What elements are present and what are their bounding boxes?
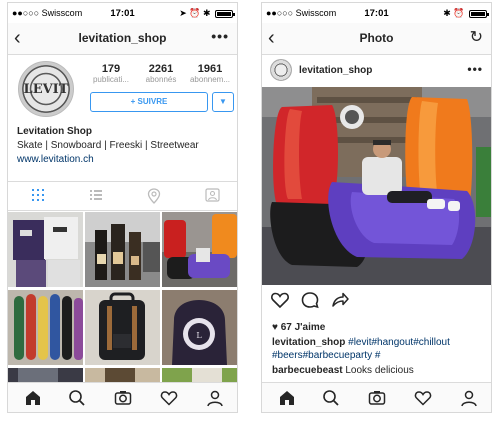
grid-photo[interactable] xyxy=(162,368,237,382)
profile-navbar: ‹ levitation_shop ••• xyxy=(8,23,237,55)
battery-icon xyxy=(469,9,489,18)
post-more-icon[interactable]: ••• xyxy=(467,62,483,76)
post-photo[interactable] xyxy=(262,87,491,285)
photo-title: Photo xyxy=(359,31,394,45)
bio-link[interactable]: www.levitation.ch xyxy=(17,153,232,167)
grid-photo[interactable] xyxy=(8,212,83,287)
grid-photo[interactable] xyxy=(85,212,160,287)
caption-username[interactable]: levitation_shop xyxy=(272,337,345,348)
photo-navbar: ‹ Photo ↻ xyxy=(262,23,491,55)
comment-username[interactable]: barbecuebeast xyxy=(272,365,343,376)
comment-row: barbecuebeast Looks delicious xyxy=(272,364,484,377)
following-label: abonnem... xyxy=(189,75,231,84)
avatar-logo-text: LEVIT xyxy=(23,81,69,97)
grid-photo[interactable] xyxy=(85,368,160,382)
location-view-icon[interactable] xyxy=(144,188,164,206)
grid-photo[interactable]: L xyxy=(162,290,237,365)
status-icons: ➤ ⏰ ✱ xyxy=(179,8,235,19)
post-avatar[interactable] xyxy=(270,59,292,81)
profile-icon[interactable] xyxy=(206,389,224,407)
profile-bio: Levitation Shop Skate | Snowboard | Free… xyxy=(17,125,232,167)
refresh-icon[interactable]: ↻ xyxy=(470,27,483,47)
status-bar: ●●○○○ Swisscom 17:01 ✱ ⏰ xyxy=(262,3,491,23)
posts-count: 179 xyxy=(101,63,121,75)
photo-screen: ●●○○○ Swisscom 17:01 ✱ ⏰ ‹ Photo ↻ levit… xyxy=(261,2,492,413)
posts-label: publicati... xyxy=(92,75,130,84)
post-header: levitation_shop ••• xyxy=(262,56,491,86)
grid-photo[interactable] xyxy=(162,212,237,287)
grid-photo[interactable] xyxy=(85,290,160,365)
home-icon[interactable] xyxy=(24,389,42,407)
home-icon[interactable] xyxy=(278,389,296,407)
svg-text:L: L xyxy=(196,331,202,340)
followers-count: 2261 xyxy=(148,63,174,75)
stat-followers[interactable]: 2261 abonnés xyxy=(138,63,184,84)
photo-grid: L xyxy=(8,212,237,382)
stat-following[interactable]: 1961 abonnem... xyxy=(187,63,233,84)
search-icon[interactable] xyxy=(322,389,340,407)
profile-view-tabs xyxy=(8,181,237,211)
post-username[interactable]: levitation_shop xyxy=(299,65,372,76)
battery-icon xyxy=(215,9,235,18)
likes-count[interactable]: ♥ 67 J'aime xyxy=(272,321,484,334)
status-icons: ✱ ⏰ xyxy=(443,8,489,19)
grid-view-icon[interactable] xyxy=(28,188,48,206)
bio-name: Levitation Shop xyxy=(17,126,92,137)
profile-screen: ●●○○○ Swisscom 17:01 ➤ ⏰ ✱ ‹ levitation_… xyxy=(7,2,238,413)
tab-bar xyxy=(262,382,491,412)
list-view-icon[interactable] xyxy=(86,188,106,206)
profile-avatar[interactable]: LEVIT xyxy=(18,61,74,117)
camera-icon[interactable] xyxy=(368,389,386,407)
activity-heart-icon[interactable] xyxy=(414,389,432,407)
follow-button[interactable]: + SUIVRE xyxy=(90,92,208,112)
post-actions xyxy=(262,289,491,313)
profile-stats: 179 publicati... 2261 abonnés 1961 abonn… xyxy=(88,63,233,91)
comment-icon[interactable] xyxy=(300,290,320,315)
tagged-view-icon[interactable] xyxy=(202,188,222,206)
bio-text: Skate | Snowboard | Freeski | Streetwear xyxy=(17,140,199,151)
profile-title: levitation_shop xyxy=(78,31,167,45)
post-meta: ♥ 67 J'aime levitation_shop #levit#hango… xyxy=(272,321,484,377)
camera-icon[interactable] xyxy=(114,389,132,407)
share-icon[interactable] xyxy=(330,290,350,315)
profile-icon[interactable] xyxy=(460,389,478,407)
tab-bar xyxy=(8,382,237,412)
search-icon[interactable] xyxy=(68,389,86,407)
more-options-icon[interactable]: ••• xyxy=(211,28,229,44)
like-heart-icon[interactable] xyxy=(270,290,290,315)
followers-label: abonnés xyxy=(145,75,177,84)
activity-heart-icon[interactable] xyxy=(160,389,178,407)
grid-photo[interactable] xyxy=(8,368,83,382)
following-count: 1961 xyxy=(197,63,223,75)
stat-posts[interactable]: 179 publicati... xyxy=(88,63,134,84)
status-bar: ●●○○○ Swisscom 17:01 ➤ ⏰ ✱ xyxy=(8,3,237,23)
comment-text: Looks delicious xyxy=(345,365,414,376)
grid-photo[interactable] xyxy=(8,290,83,365)
suggestions-dropdown-button[interactable]: ▼ xyxy=(212,92,234,112)
